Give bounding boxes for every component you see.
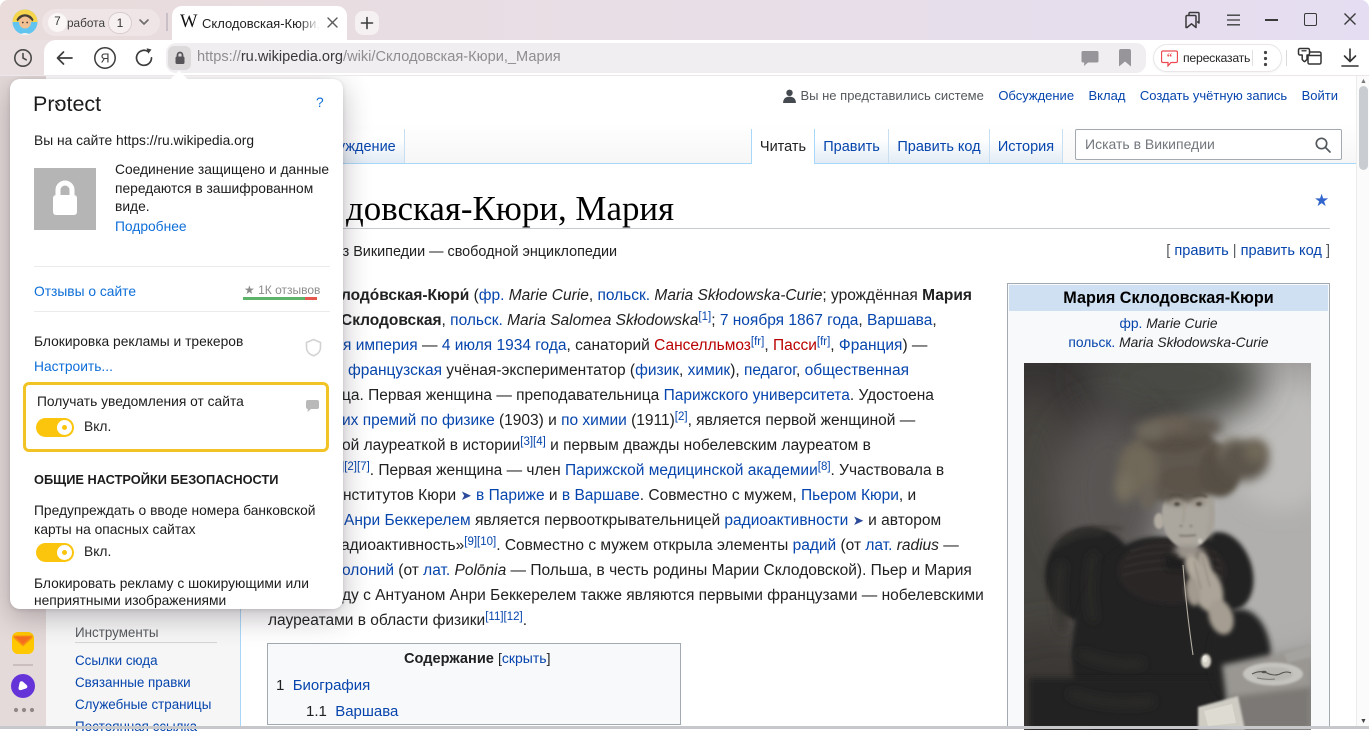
- svg-text:Я: Я: [100, 51, 109, 65]
- svg-text:“: “: [1167, 52, 1173, 64]
